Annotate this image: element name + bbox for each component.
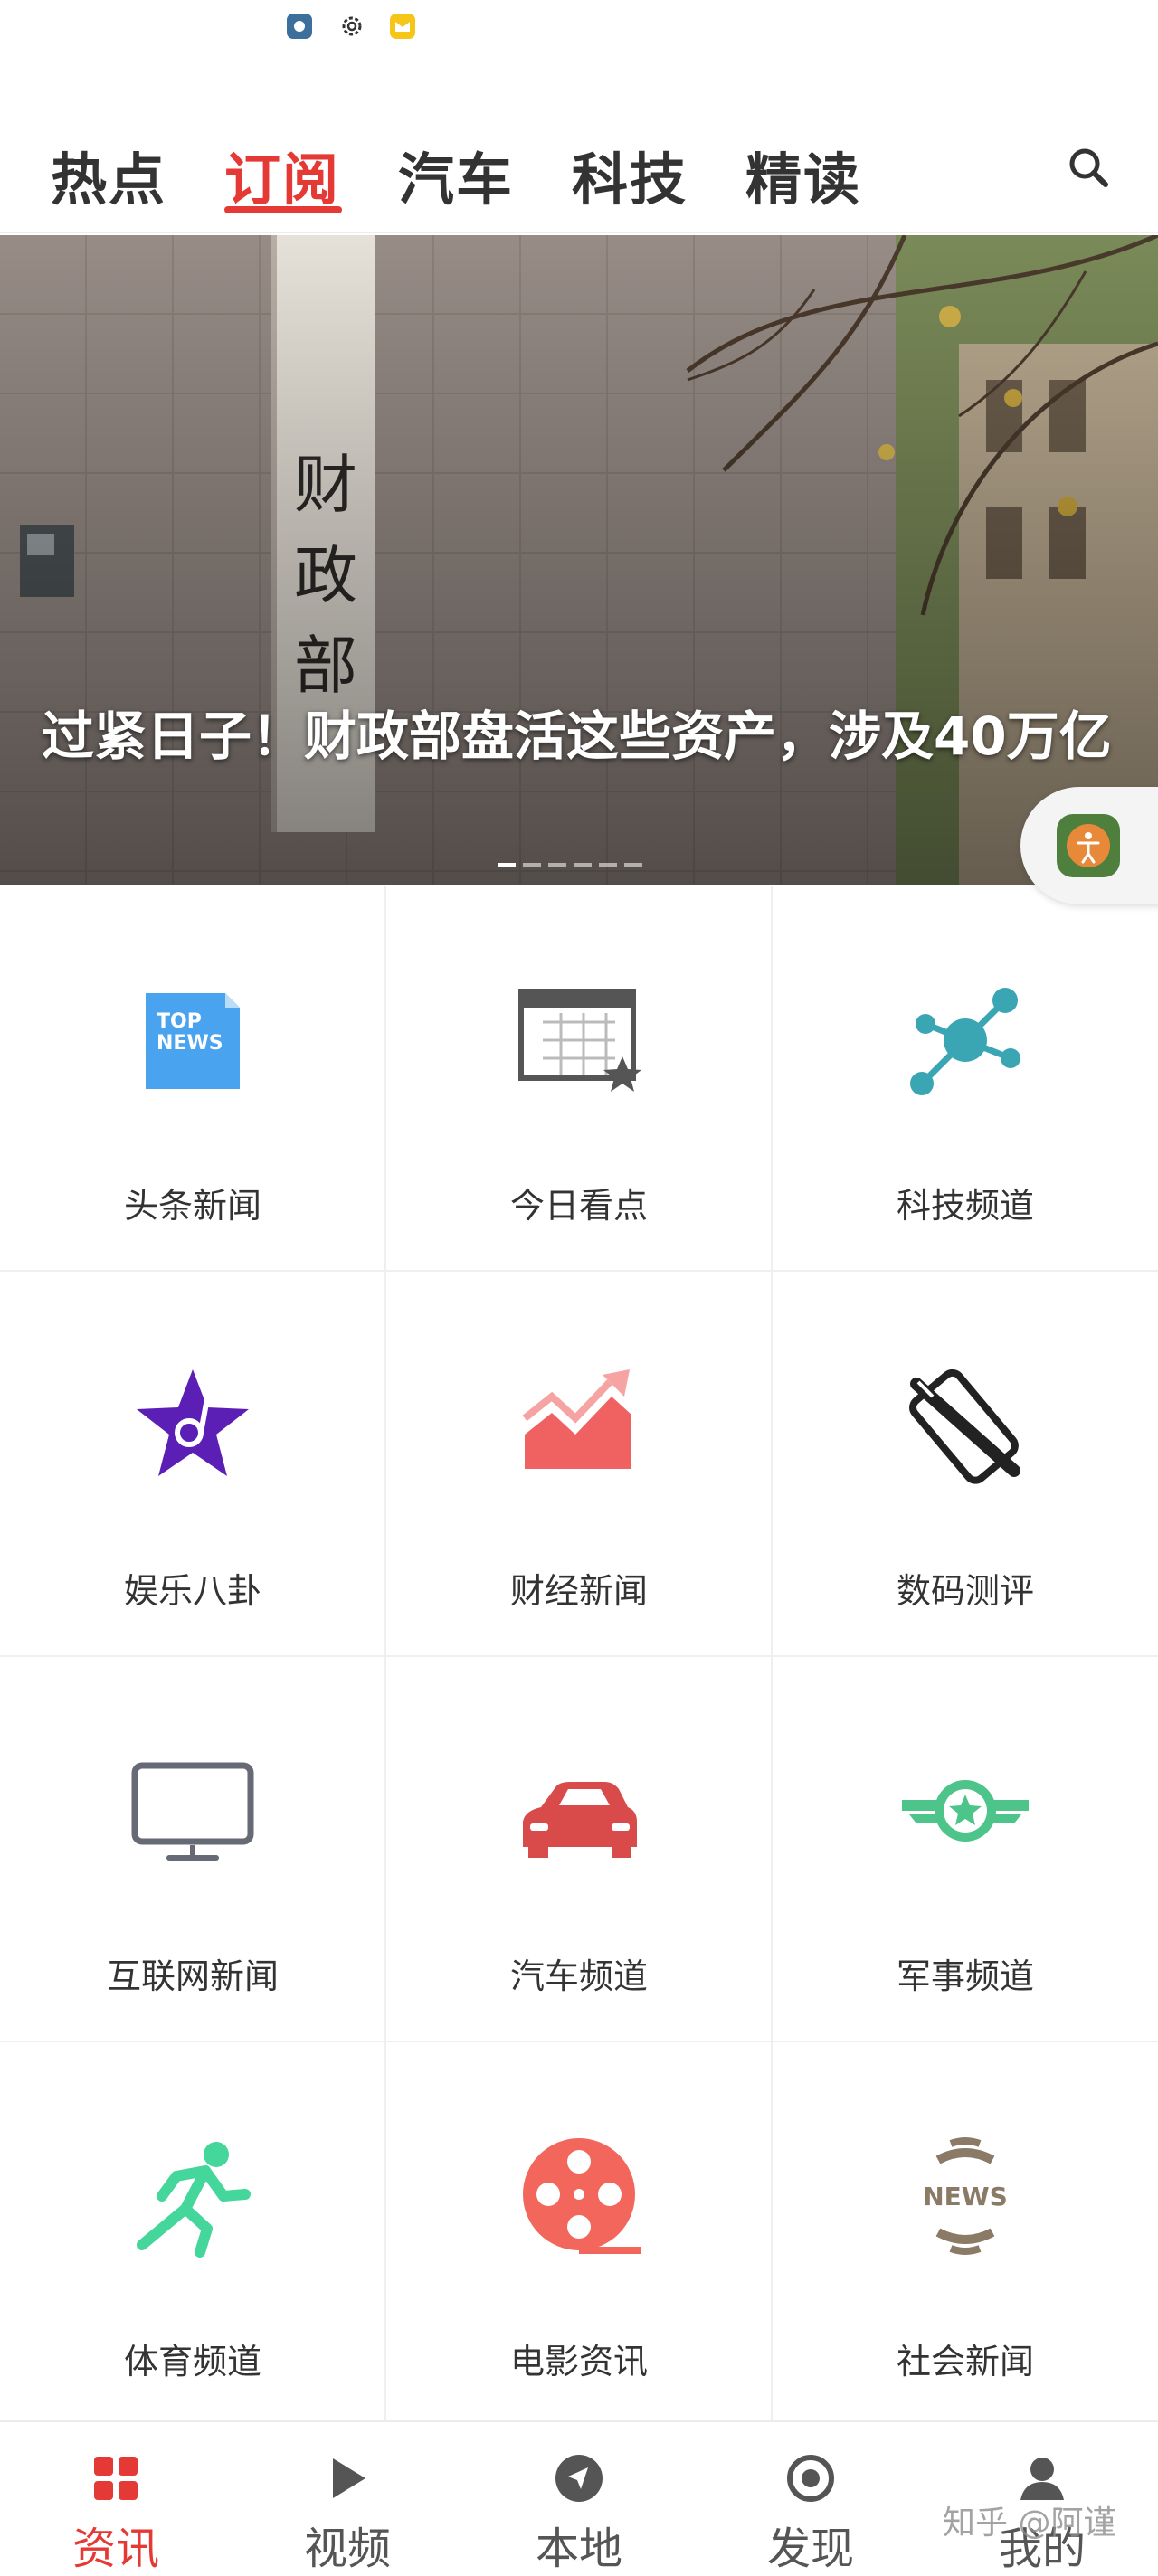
search-icon[interactable] — [1066, 145, 1111, 190]
runner-icon — [137, 2142, 251, 2258]
tabs-divider — [0, 232, 1158, 233]
category-top-news[interactable]: TOP NEWS 头条新闻 — [0, 886, 385, 1272]
category-label: 汽车频道 — [509, 1956, 648, 1996]
tab-featured[interactable]: 精读 — [745, 134, 861, 215]
calendar-star-icon — [518, 989, 641, 1092]
category-label: 财经新闻 — [509, 1571, 648, 1611]
top-news-icon: TOP NEWS — [146, 993, 240, 1089]
nav-label: 本地 — [535, 2524, 622, 2574]
tab-hot[interactable]: 热点 — [51, 134, 166, 215]
target-icon — [787, 2455, 834, 2502]
nav-local[interactable]: 本地 — [463, 2422, 695, 2574]
nav-label: 视频 — [303, 2524, 391, 2574]
carousel-dot — [574, 863, 592, 867]
trend-chart-icon — [522, 1369, 631, 1469]
accessibility-icon — [1057, 814, 1120, 877]
news-icon: NEWS — [923, 2137, 1008, 2255]
nav-news[interactable]: 资讯 — [0, 2422, 232, 2574]
tab-tech[interactable]: 科技 — [572, 134, 688, 215]
nav-discover[interactable]: 发现 — [695, 2422, 926, 2574]
active-tab-indicator — [224, 206, 342, 213]
network-icon — [910, 988, 1020, 1095]
category-tech[interactable]: 科技频道 — [773, 886, 1158, 1272]
banner-image: 财 政 部 — [0, 235, 1158, 885]
category-military[interactable]: 军事频道 — [773, 1657, 1158, 2042]
category-movies[interactable]: 电影资讯 — [386, 2042, 772, 2428]
category-label: 头条新闻 — [123, 1186, 261, 1226]
carousel-dot — [548, 863, 566, 867]
military-badge-icon — [902, 1780, 1029, 1842]
top-tab-bar: 热点 订阅 汽车 科技 精读 — [0, 127, 1158, 235]
category-label: 军事频道 — [896, 1956, 1034, 1996]
status-bar — [0, 0, 1158, 51]
carousel-dot — [599, 863, 617, 867]
grid-icon — [94, 2457, 138, 2500]
settings-icon — [342, 16, 362, 36]
watermark: 知乎 @阿谨 — [943, 2505, 1116, 2542]
svg-text:NEWS: NEWS — [157, 1032, 223, 1055]
monitor-icon — [131, 1762, 254, 1861]
tab-auto[interactable]: 汽车 — [398, 134, 514, 215]
nav-label: 资讯 — [71, 2524, 159, 2574]
category-society[interactable]: NEWS 社会新闻 — [773, 2042, 1158, 2428]
app-icon — [287, 14, 312, 39]
film-reel-icon — [523, 2138, 641, 2254]
category-label: 电影资讯 — [509, 2342, 648, 2382]
category-label: 娱乐八卦 — [123, 1571, 261, 1611]
category-label: 社会新闻 — [896, 2342, 1034, 2382]
svg-text:TOP: TOP — [157, 1010, 202, 1033]
carousel-dot — [523, 863, 541, 867]
category-sports[interactable]: 体育频道 — [0, 2042, 385, 2428]
category-entertainment[interactable]: 娱乐八卦 — [0, 1272, 385, 1657]
carousel-dot — [624, 863, 642, 867]
category-label: 互联网新闻 — [106, 1956, 279, 1996]
category-today-highlights[interactable]: 今日看点 — [386, 886, 772, 1272]
svg-text:NEWS: NEWS — [923, 2182, 1008, 2211]
category-label: 科技频道 — [896, 1186, 1034, 1226]
play-icon — [333, 2458, 365, 2498]
category-label: 今日看点 — [509, 1186, 648, 1226]
category-label: 体育频道 — [123, 2342, 261, 2382]
phone-tools-icon — [909, 1368, 1020, 1484]
nav-label: 发现 — [766, 2524, 854, 2574]
star-music-icon — [137, 1369, 249, 1476]
tab-subscribe[interactable]: 订阅 — [224, 134, 340, 215]
compass-icon — [555, 2455, 603, 2502]
category-finance[interactable]: 财经新闻 — [386, 1272, 772, 1657]
category-grid: TOP NEWS 头条新闻 今日看点 科技频道 娱乐八卦 财经新闻 数码测评 互… — [0, 886, 1158, 2424]
category-label: 数码测评 — [896, 1571, 1034, 1611]
car-icon — [523, 1782, 637, 1858]
nav-video[interactable]: 视频 — [232, 2422, 463, 2574]
banner-title[interactable]: 过紧日子！财政部盘活这些资产，涉及40万亿 — [42, 706, 1127, 767]
mail-icon — [390, 14, 415, 39]
category-internet[interactable]: 互联网新闻 — [0, 1657, 385, 2042]
headline-banner[interactable]: 财 政 部 过紧日子！财政部盘活这些资产，涉及40万亿 — [0, 235, 1158, 885]
category-auto[interactable]: 汽车频道 — [386, 1657, 772, 2042]
category-digital-review[interactable]: 数码测评 — [773, 1272, 1158, 1657]
carousel-dot — [498, 863, 516, 867]
